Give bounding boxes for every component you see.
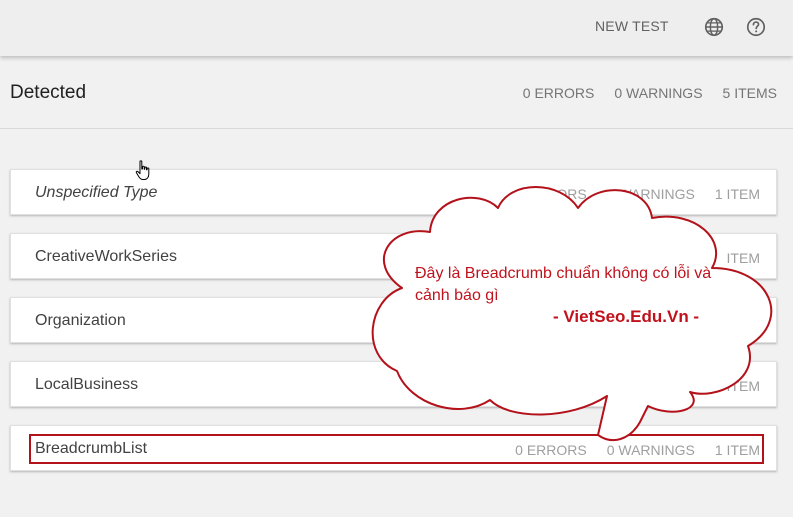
detected-summary: Detected 0 ERRORS 0 WARNINGS 5 ITEMS [0,56,793,129]
page-title: Detected [10,82,87,103]
breadcrumb-highlight-box [29,434,764,464]
type-label: Unspecified Type [35,184,158,201]
help-icon[interactable] [745,16,767,38]
summary-stats: 0 ERRORS 0 WARNINGS 5 ITEMS [503,85,777,101]
type-items: 1 ITEM [714,186,760,202]
type-label: LocalBusiness [35,376,139,393]
type-items: 1 ITEM [714,378,760,394]
new-test-button[interactable]: NEW TEST [595,18,669,34]
annotation-signature: - VietSeo.Edu.Vn - [553,307,700,326]
type-stats: 1 ITEM [695,378,760,394]
top-bar: NEW TEST [0,0,793,56]
annotation-text: Đây là Breadcrumb chuẩn không có lỗi và … [415,265,712,304]
type-warnings: 0 WARNINGS [606,186,695,202]
summary-warnings: 0 WARNINGS [614,85,703,101]
globe-icon[interactable] [703,16,725,38]
hand-cursor-icon [135,160,150,180]
summary-items: 5 ITEMS [722,85,777,101]
type-row-unspecified[interactable]: Unspecified Type 0 ERRORS 0 WARNINGS 1 ITE… [10,169,777,215]
type-row-localbusiness[interactable]: LocalBusiness 1 ITEM [10,361,777,407]
type-label: CreativeWorkSeries [35,248,177,265]
type-stats: 0 ERRORS 0 WARNINGS 1 ITEM [495,186,760,202]
summary-errors: 0 ERRORS [522,85,595,101]
type-errors: 0 ERRORS [515,186,587,202]
type-label: Organization [35,312,126,329]
